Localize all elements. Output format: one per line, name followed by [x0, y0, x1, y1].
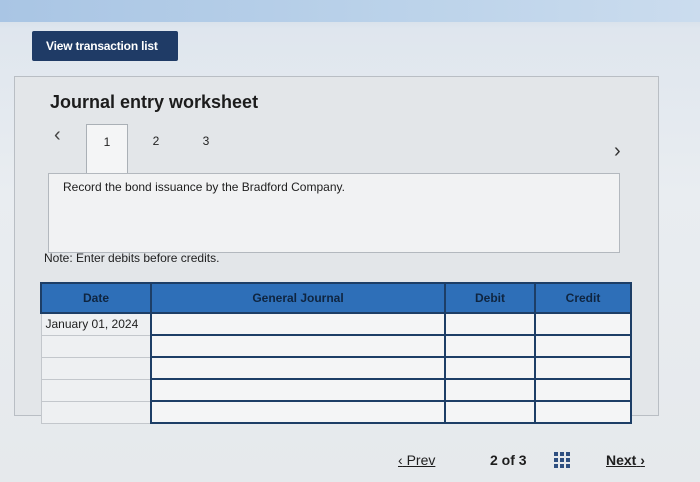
- credit-input[interactable]: [534, 400, 632, 424]
- debit-input[interactable]: [444, 312, 536, 336]
- prev-label: Prev: [406, 452, 436, 468]
- instruction-box: Record the bond issuance by the Bradford…: [48, 173, 620, 253]
- instruction-text: Record the bond issuance by the Bradford…: [63, 180, 345, 194]
- debit-input[interactable]: [444, 400, 536, 424]
- journal-input[interactable]: [150, 312, 446, 336]
- date-header: Date: [40, 282, 152, 314]
- table-row: January 01, 2024: [40, 312, 632, 336]
- view-transaction-list-button[interactable]: View transaction list: [32, 31, 178, 61]
- prev-chevron-icon: ‹: [398, 452, 403, 468]
- prev-button[interactable]: ‹ Prev: [398, 452, 435, 468]
- chevron-right-icon[interactable]: ›: [614, 140, 621, 163]
- next-chevron-icon: ›: [640, 452, 645, 468]
- date-cell[interactable]: [40, 334, 152, 358]
- debit-input[interactable]: [444, 378, 536, 402]
- date-cell[interactable]: [40, 356, 152, 380]
- grid-icon[interactable]: [554, 452, 570, 468]
- debit-input[interactable]: [444, 356, 536, 380]
- tab-3[interactable]: 3: [186, 124, 226, 172]
- debit-input[interactable]: [444, 334, 536, 358]
- table-row: [40, 334, 632, 358]
- debit-header: Debit: [444, 282, 536, 314]
- table-header-row: Date General Journal Debit Credit: [40, 282, 632, 314]
- journal-input[interactable]: [150, 334, 446, 358]
- table-row: [40, 356, 632, 380]
- credit-input[interactable]: [534, 312, 632, 336]
- credit-input[interactable]: [534, 334, 632, 358]
- table-row: [40, 400, 632, 424]
- date-cell[interactable]: [40, 378, 152, 402]
- journal-input[interactable]: [150, 400, 446, 424]
- date-cell[interactable]: [40, 400, 152, 424]
- table-row: [40, 378, 632, 402]
- page-info: 2 of 3: [490, 452, 527, 468]
- general-journal-header: General Journal: [150, 282, 446, 314]
- journal-input[interactable]: [150, 378, 446, 402]
- top-band: [0, 0, 700, 22]
- credit-input[interactable]: [534, 356, 632, 380]
- chevron-left-icon[interactable]: ‹: [54, 124, 61, 147]
- credit-header: Credit: [534, 282, 632, 314]
- credit-input[interactable]: [534, 378, 632, 402]
- next-label: Next: [606, 452, 637, 468]
- next-button[interactable]: Next ›: [606, 452, 645, 468]
- journal-table: Date General Journal Debit Credit Januar…: [40, 282, 632, 424]
- tab-1[interactable]: 1: [86, 124, 128, 173]
- worksheet-title: Journal entry worksheet: [50, 92, 259, 112]
- note-text: Note: Enter debits before credits.: [44, 251, 220, 265]
- tab-2[interactable]: 2: [136, 124, 176, 172]
- journal-input[interactable]: [150, 356, 446, 380]
- date-cell[interactable]: January 01, 2024: [40, 312, 152, 336]
